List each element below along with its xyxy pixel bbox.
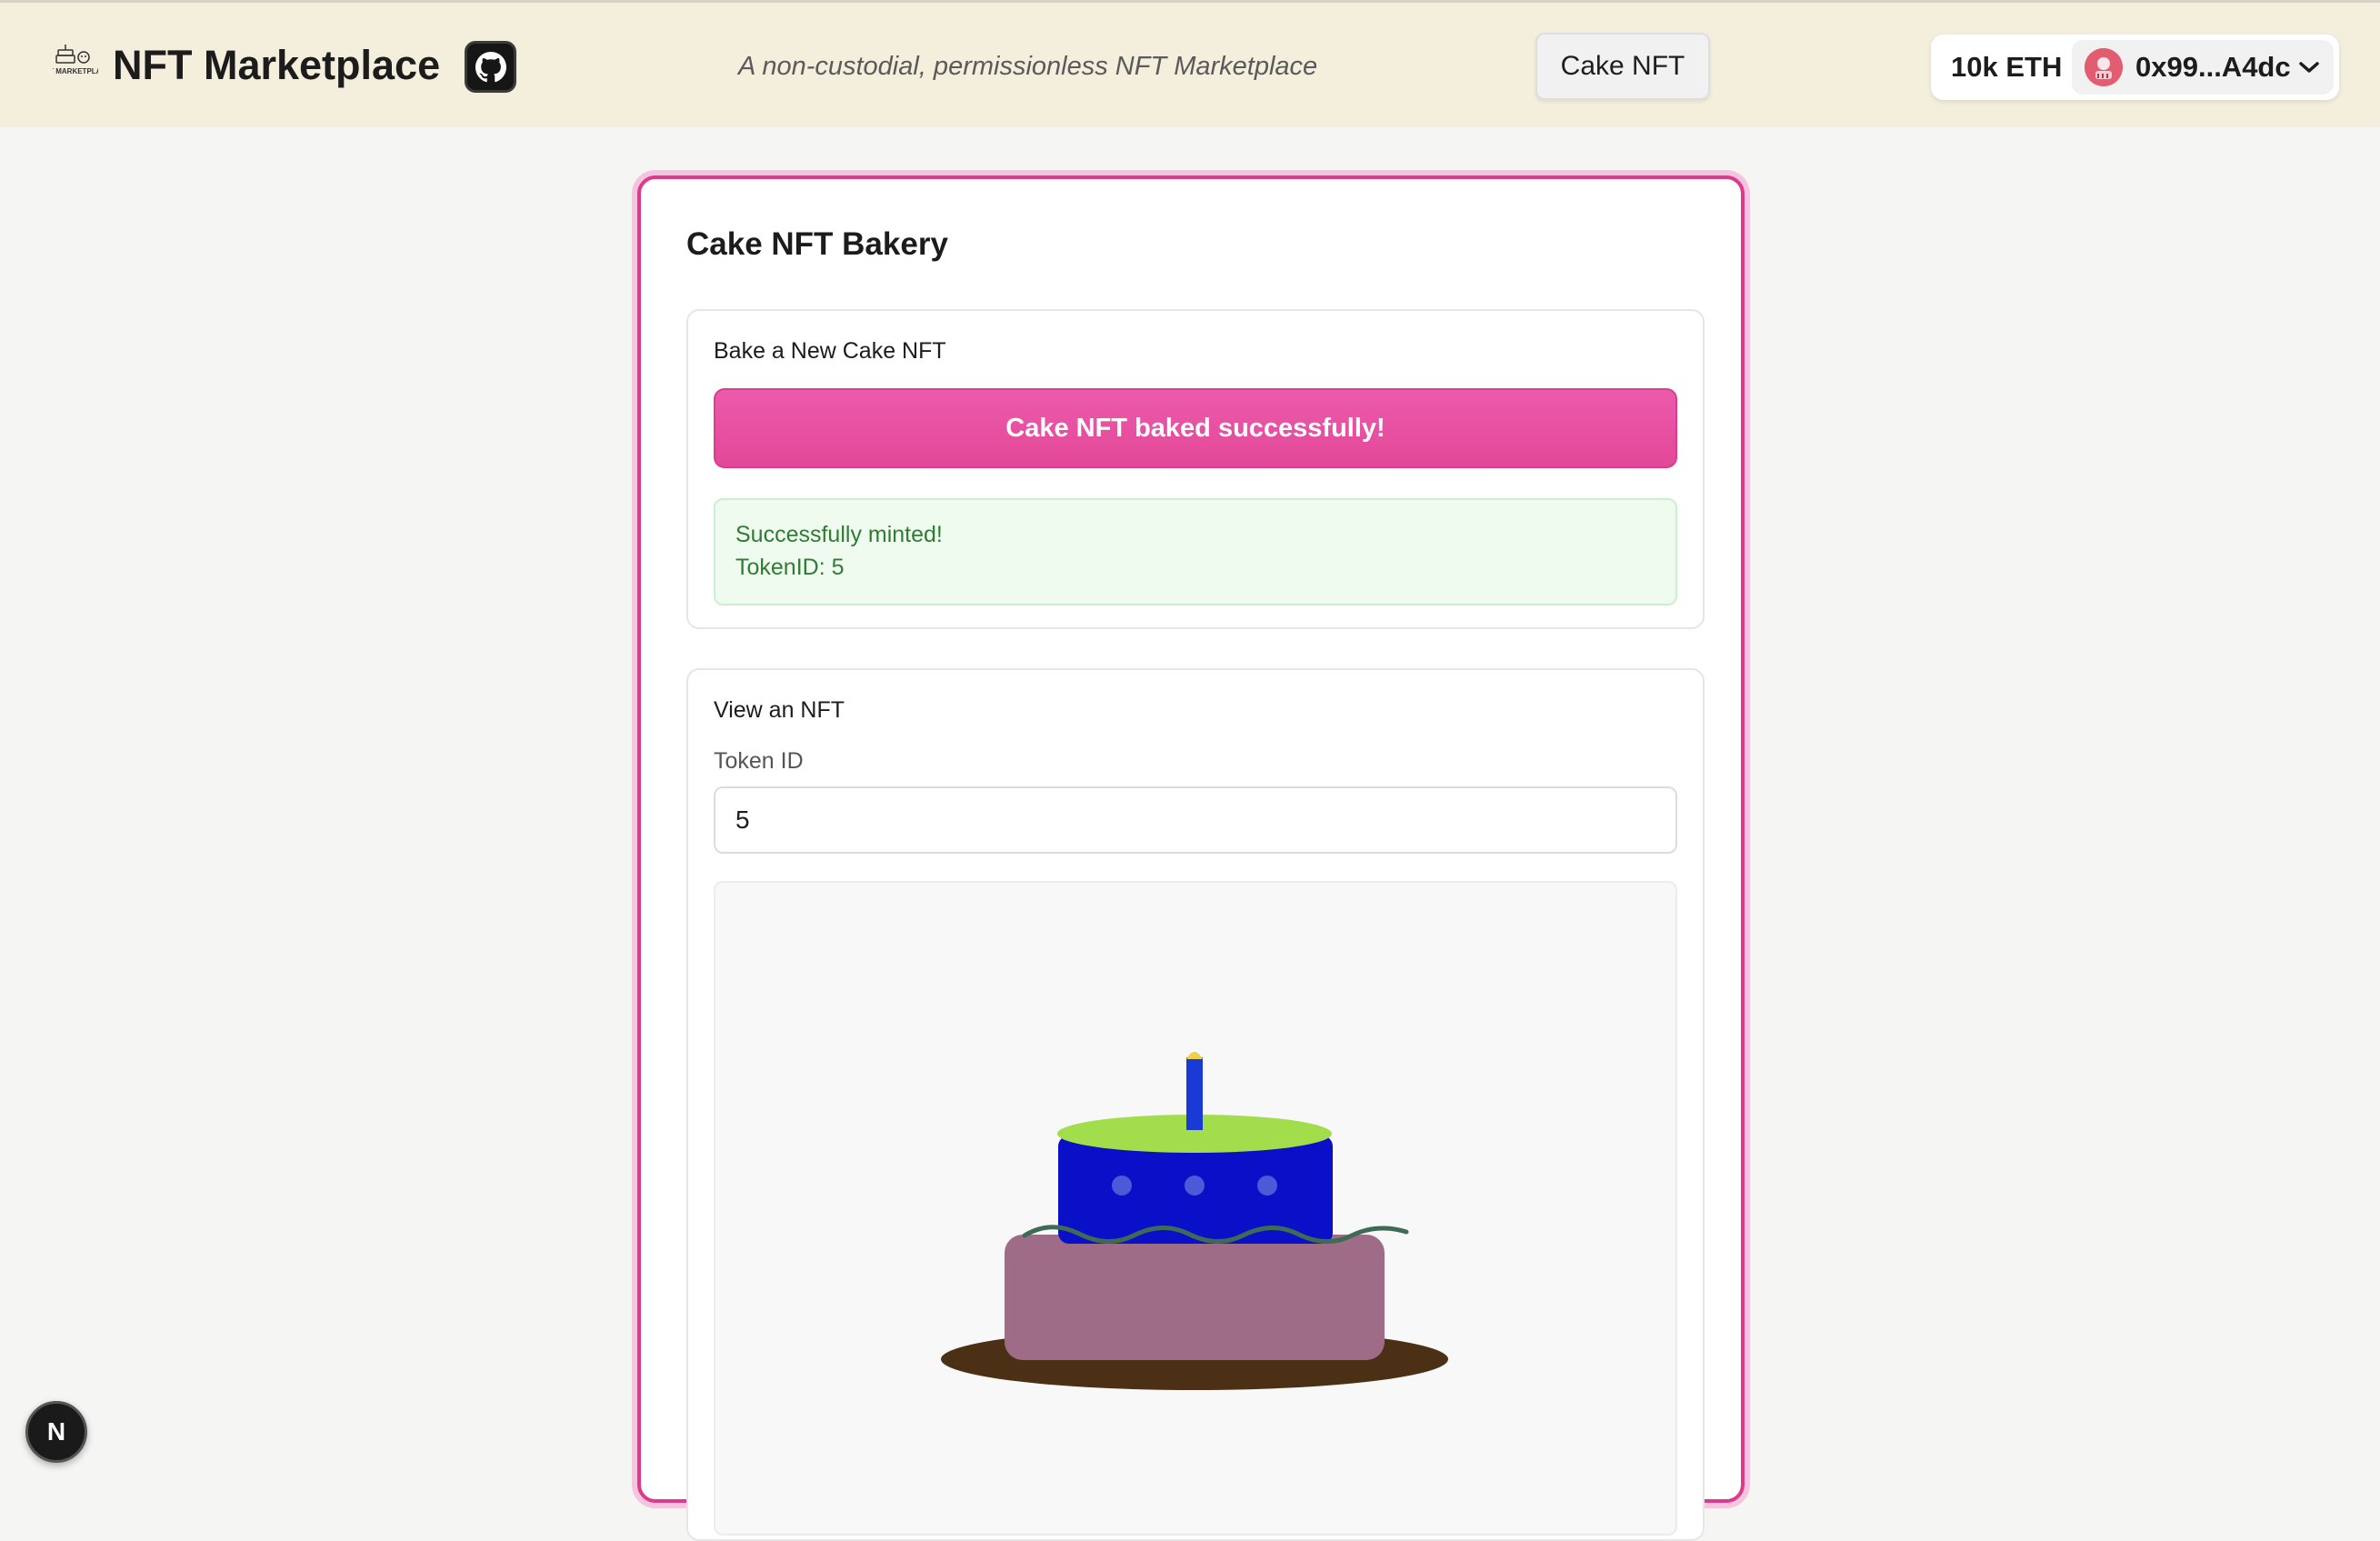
cake-dot xyxy=(1185,1176,1205,1196)
nft-marketplace-logo-icon[interactable]: NFT MARKETPLACE xyxy=(39,43,112,86)
bake-section: Bake a New Cake NFT Cake NFT baked succe… xyxy=(686,309,1705,629)
github-link-button[interactable] xyxy=(465,41,516,93)
mint-success-alert: Successfully minted! TokenID: 5 xyxy=(714,498,1677,605)
bake-section-label: Bake a New Cake NFT xyxy=(714,338,946,364)
candle-flame xyxy=(1186,1052,1203,1059)
wallet-address: 0x99...A4dc xyxy=(2135,51,2291,83)
app-title[interactable]: NFT Marketplace xyxy=(113,39,440,92)
token-id-label: Token ID xyxy=(714,748,804,774)
logo-text: NFT MARKETPLACE xyxy=(53,67,98,75)
account-button[interactable]: 0x99...A4dc xyxy=(2072,40,2334,95)
card-title: Cake NFT Bakery xyxy=(686,226,948,262)
wallet-connect-widget[interactable]: 10k ETH 0x99...A4dc xyxy=(1931,35,2339,100)
view-nft-section: View an NFT Token ID xyxy=(686,668,1705,1541)
nft-image-preview xyxy=(714,881,1677,1536)
chevron-down-icon xyxy=(2299,62,2319,73)
cake-dot xyxy=(1257,1176,1277,1196)
cake-nft-bakery-card: Cake NFT Bakery Bake a New Cake NFT Cake… xyxy=(637,175,1745,1541)
tagline: A non-custodial, permissionless NFT Mark… xyxy=(738,52,1318,81)
cake-bottom-tier xyxy=(1005,1235,1385,1360)
account-avatar-icon xyxy=(2085,48,2123,86)
cake-candle xyxy=(1186,1057,1203,1130)
github-icon xyxy=(475,51,506,82)
token-id-input[interactable] xyxy=(714,786,1677,854)
success-message: Successfully minted! xyxy=(735,522,943,547)
wallet-balance[interactable]: 10k ETH xyxy=(1951,35,2062,100)
cake-dot xyxy=(1112,1176,1132,1196)
nextjs-dev-badge[interactable]: N xyxy=(25,1401,87,1463)
view-section-label: View an NFT xyxy=(714,697,845,723)
bake-cake-button[interactable]: Cake NFT baked successfully! xyxy=(714,388,1677,468)
top-navbar: NFT MARKETPLACE NFT Marketplace A non-cu… xyxy=(0,0,2380,127)
cake-nft-image xyxy=(941,1052,1448,1390)
cake-nft-nav-button[interactable]: Cake NFT xyxy=(1535,33,1710,100)
minted-token-id: TokenID: 5 xyxy=(735,555,845,580)
